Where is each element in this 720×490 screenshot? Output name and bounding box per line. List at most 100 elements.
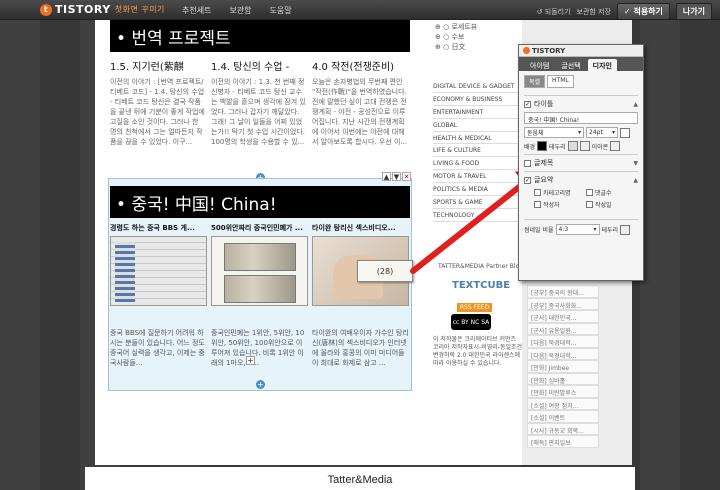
thumbnail-border-swatch[interactable] [620, 224, 631, 235]
post-item[interactable]: 1.5. 지기런(紫麒 이전의 이야기 : [번역 프로젝트/티베트 코드] -… [110, 58, 207, 161]
border-style-swatch[interactable] [579, 141, 590, 151]
save-store-link[interactable]: 보관함 저장 [577, 7, 611, 17]
post-item[interactable]: 타이완 탕리신 섹스비디오... 타이완의 여배우이자 가수인 탕리신(唐林)의… [312, 223, 409, 368]
option-label: 댓글수 [595, 190, 612, 197]
textcube-logo[interactable]: TEXTCUBE [452, 280, 510, 291]
undo-link[interactable]: ↺ 되돌리기 [537, 7, 571, 17]
category-item[interactable]: SPORTS & GAME [433, 196, 525, 209]
post-title[interactable]: 500위안짜리 중국인민폐가 ... [211, 223, 308, 233]
icon-swatch[interactable] [610, 141, 621, 151]
option-author[interactable]: 작성자 [534, 200, 586, 209]
translation-posts: 1.5. 지기런(紫麒 이전의 이야기 : [번역 프로젝트/티베트 코드] -… [110, 58, 410, 161]
background-color-swatch[interactable] [537, 141, 548, 151]
collapse-icon[interactable]: ▲ [633, 101, 638, 108]
add-section-bottom-icon[interactable]: + [256, 380, 265, 389]
category-item[interactable]: LIFE & CULTURE [433, 144, 525, 158]
category-item[interactable]: TECHNOLOGY [433, 209, 525, 222]
recent-post-item[interactable]: [만화] 미란발루스 [527, 385, 599, 398]
category-item[interactable]: LIVING & FOOD [433, 157, 525, 171]
post-title[interactable]: 타이완 탕리신 섹스비디오... [312, 223, 409, 233]
nav-storage[interactable]: 보관함 [229, 5, 251, 16]
border-color-swatch[interactable] [567, 141, 578, 151]
rss-feed-button[interactable]: RSS FEED [457, 303, 492, 312]
recent-post-item[interactable]: [공부] 중국사회화... [527, 297, 599, 310]
title-checkbox[interactable]: ✓ [524, 100, 531, 108]
partner-blog-badge[interactable]: TATTER&MEDIA Partner Blog [438, 263, 523, 270]
summary-section-header[interactable]: ✓ 글요약 ▲ [524, 171, 638, 185]
recent-post-item[interactable]: [공부] 중국의 왕대... [527, 285, 599, 298]
subtab-html[interactable]: HTML [547, 75, 574, 88]
category-item[interactable]: DIGITAL DEVICE & GADGET [433, 80, 525, 93]
add-item-icon[interactable]: + [246, 356, 255, 365]
option-category[interactable]: 카테고리명 [534, 188, 586, 197]
title-text-input[interactable]: 중국! 中国! China! [524, 112, 638, 124]
post-title[interactable]: 1.5. 지기런(紫麒 [110, 58, 207, 73]
recent-post-item[interactable]: [시사] 규동교 회복... [527, 422, 599, 435]
option-comments[interactable]: 댓글수 [586, 188, 638, 197]
recent-post-item[interactable]: [소설] 이벤트 [527, 410, 599, 423]
post-item[interactable]: 4.0 작전(전쟁준비) 오늘은 손자병법의 무번째 편인 "작전(作戰)"을 … [312, 58, 409, 161]
sidebar-top-item[interactable]: ⊕ ○ 日文 [435, 42, 477, 52]
chevron-down-icon: ▾ [611, 129, 615, 136]
logo-text: TISTORY [55, 3, 111, 16]
recent-post-item[interactable]: [만화] 심바홀 [527, 372, 599, 385]
post-item[interactable]: 1.4. 탕신의 수업 - 이전의 이야기 : 1.3. 천 번째 정신병자 -… [211, 58, 308, 161]
apply-button[interactable]: ✓ 적용하기 [616, 3, 670, 20]
post-title-section-header[interactable]: 글제목 ▼ [524, 154, 638, 168]
checkbox[interactable] [534, 189, 541, 196]
tistory-logo-icon [523, 47, 530, 54]
move-down-icon[interactable]: ▼ [392, 172, 401, 181]
close-icon[interactable]: ✕ [402, 172, 411, 181]
post-thumbnail[interactable] [211, 236, 308, 306]
post-thumbnail[interactable] [110, 236, 207, 306]
thumbnail-ratio-select[interactable]: 4:3 ▾ [555, 224, 600, 235]
panel-header[interactable]: TISTORY [519, 45, 643, 57]
exit-button[interactable]: 나가기 [675, 3, 712, 20]
post-title[interactable]: 1.4. 탕신의 수업 - [211, 58, 308, 73]
subtab-simple[interactable]: 복셀 [524, 75, 546, 88]
title-section-header[interactable]: ✓ 타이틀 ▲ [524, 95, 638, 109]
recent-post-item[interactable]: [다음] 북경대학... [527, 347, 599, 360]
collapse-icon[interactable]: ▲ [633, 177, 638, 184]
checkbox[interactable] [586, 201, 593, 208]
category-item[interactable]: HEALTH & MEDICAL [433, 132, 525, 145]
summary-checkbox[interactable]: ✓ [524, 176, 531, 184]
tab-post-select[interactable]: 글선택 [556, 59, 585, 71]
post-title[interactable]: 경령도 하는 중국 BBS 게... [110, 223, 207, 233]
checkbox[interactable] [534, 201, 541, 208]
checkbox[interactable] [586, 189, 593, 196]
nav-help[interactable]: 도움말 [270, 5, 292, 16]
recent-post-item[interactable]: [군사] 유용일원... [527, 322, 599, 335]
recent-post-item[interactable]: [군사] 대한민국... [527, 310, 599, 323]
post-item[interactable]: 500위안짜리 중국인민폐가 ... 중국인민폐는 1위안, 5위안, 10위안… [211, 223, 308, 368]
post-title[interactable]: 4.0 작전(전쟁준비) [312, 58, 409, 73]
font-color-swatch[interactable] [620, 127, 630, 138]
sidebar-top-item[interactable]: ⊕ ○ 수보 [435, 32, 477, 42]
section-banner-translation[interactable]: • 번역 프로젝트 [110, 20, 410, 52]
recent-post-item[interactable]: [소설] 여왕 정치... [527, 397, 599, 410]
nav-recommended[interactable]: 추천세트 [182, 5, 211, 16]
tab-item[interactable]: 아이템 [525, 59, 554, 71]
section-banner-china[interactable]: • 중국! 中国! China! [110, 186, 410, 218]
category-item[interactable]: POLITICS & MEDIA [433, 183, 525, 197]
post-excerpt: 오늘은 손자병법의 무번째 편인 "작전(作戰)"을 번역하였습니다. 전에 말… [312, 78, 408, 146]
font-size-select[interactable]: 24pt ▾ [586, 127, 618, 138]
font-value: 돋움체 [527, 130, 544, 137]
category-item[interactable]: MOTOR & TRAVEL [433, 170, 525, 184]
tab-design[interactable]: 디자인 [587, 59, 617, 71]
tistory-logo[interactable]: t TISTORY 첫화면 꾸미기 [40, 3, 165, 16]
expand-icon[interactable]: ▼ [633, 160, 638, 167]
font-select[interactable]: 돋움체 ▾ [524, 127, 584, 138]
recent-post-item[interactable]: [애독] 판지일보 [527, 435, 599, 448]
category-item[interactable]: GLOBAL [433, 119, 525, 132]
category-item[interactable]: ENTERTAINMENT [433, 106, 525, 119]
post-item[interactable]: 경령도 하는 중국 BBS 게... 중국 BBS에 질문하기 어려워 하시는 … [110, 223, 207, 368]
category-item[interactable]: ECONOMY & BUSINESS [433, 93, 525, 106]
creative-commons-badge[interactable]: cc BY NC SA [451, 314, 491, 330]
recent-post-item[interactable]: [다음] 북경대학... [527, 335, 599, 348]
post-title-checkbox[interactable] [524, 159, 531, 167]
move-up-icon[interactable]: ▲ [382, 172, 391, 181]
sidebar-top-item[interactable]: ⊕ ○ 로세트뷰 [435, 22, 477, 32]
recent-post-item[interactable]: [만화] Jimbee [527, 360, 599, 373]
option-date[interactable]: 작성일 [586, 200, 638, 209]
